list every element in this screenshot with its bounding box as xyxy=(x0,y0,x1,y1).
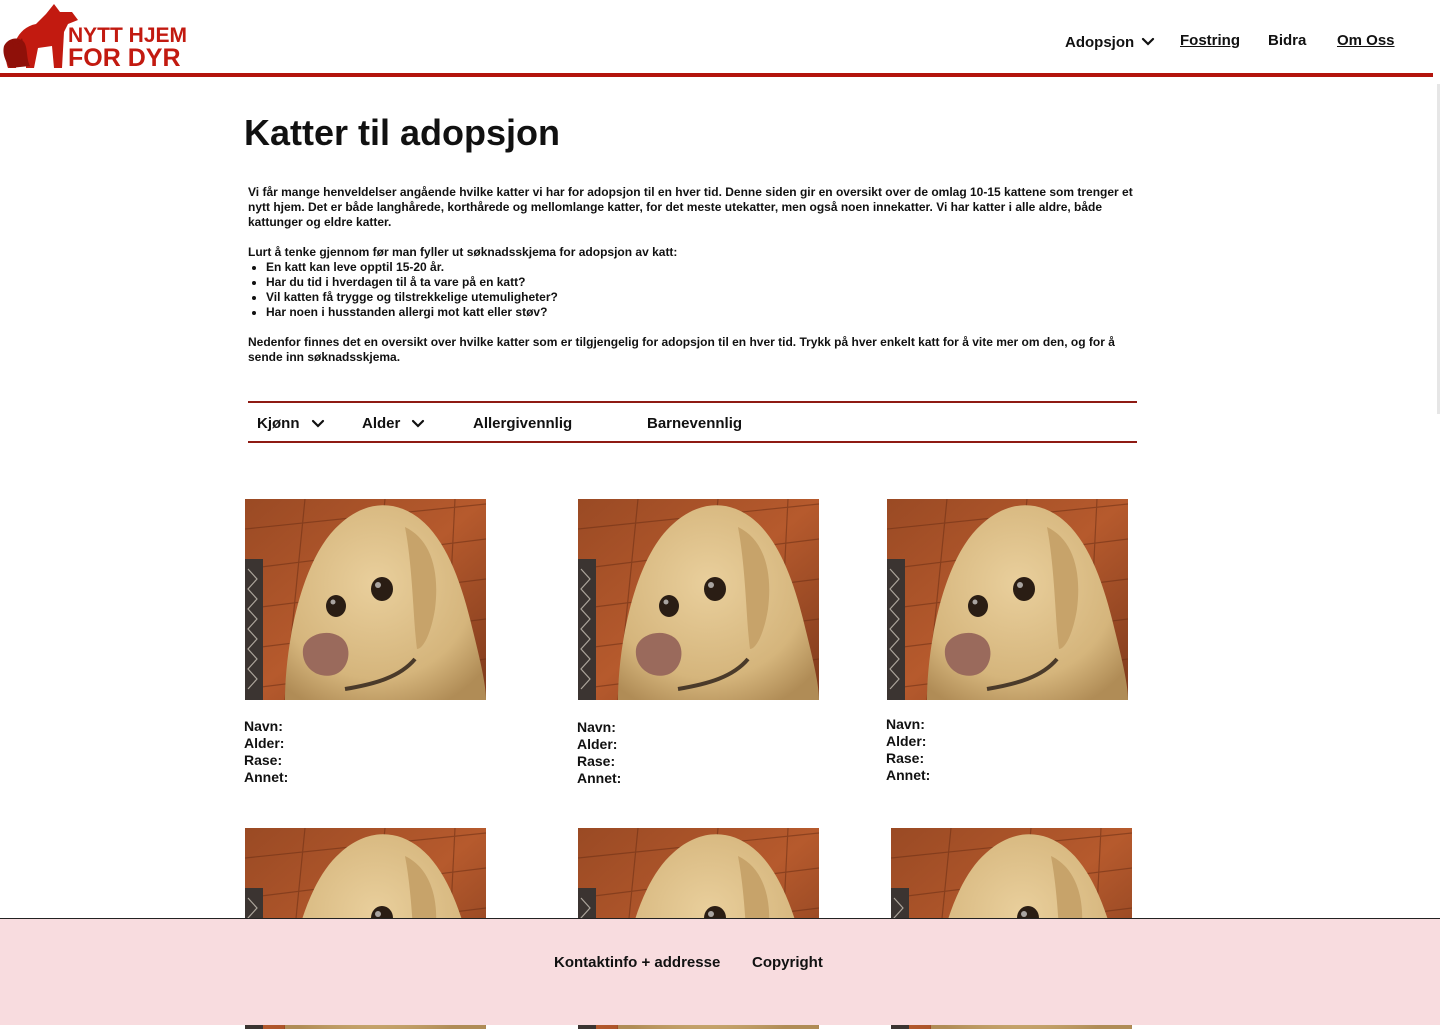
checklist-item: Vil katten få trygge og tilstrekkelige u… xyxy=(266,290,1138,305)
filter-allergivennlig[interactable]: Allergivennlig xyxy=(473,415,572,432)
checklist: En katt kan leve opptil 15-20 år. Har du… xyxy=(248,260,1138,320)
site-logo[interactable]: NYTT HJEM FOR DYR xyxy=(2,2,187,72)
nav-bidra[interactable]: Bidra xyxy=(1268,32,1306,52)
page-title: Katter til adopsjon xyxy=(244,112,561,153)
footer-contact-link[interactable]: Kontaktinfo + addresse xyxy=(554,954,720,971)
pet-card-photo[interactable] xyxy=(578,499,819,700)
site-header: NYTT HJEM FOR DYR Adopsjon Fostring Bidr… xyxy=(0,0,1433,73)
filter-barnevennlig[interactable]: Barnevennlig xyxy=(647,415,742,432)
filter-alder-label: Alder xyxy=(362,415,401,432)
pet-breed-label: Rase: xyxy=(886,750,925,766)
footer-copyright: Copyright xyxy=(752,954,823,971)
pet-other-label: Annet: xyxy=(886,767,931,783)
pet-other-label: Annet: xyxy=(244,769,289,785)
pet-age-label: Alder: xyxy=(244,735,285,751)
nav-adopsjon[interactable]: Adopsjon xyxy=(1065,32,1156,52)
pet-card-photo[interactable] xyxy=(245,499,486,700)
filter-kjonn-label: Kjønn xyxy=(257,415,300,432)
intro-paragraph: Vi får mange henveldelser angående hvilk… xyxy=(248,185,1133,229)
pet-name-label: Navn: xyxy=(577,719,616,735)
pet-card-info: Navn: Alder: Rase: Annet: xyxy=(886,716,930,784)
checklist-item: Har du tid i hverdagen til å ta vare på … xyxy=(266,275,1138,290)
pet-breed-label: Rase: xyxy=(244,752,283,768)
checklist-heading: Lurt å tenke gjennom før man fyller ut s… xyxy=(248,245,678,259)
header-divider xyxy=(0,73,1433,77)
pet-card-info: Navn: Alder: Rase: Annet: xyxy=(577,719,621,787)
outro-paragraph: Nedenfor finnes det en oversikt over hvi… xyxy=(248,335,1115,364)
nav-om-oss[interactable]: Om Oss xyxy=(1337,32,1395,52)
intro-text: Vi får mange henveldelser angående hvilk… xyxy=(248,185,1138,365)
pet-other-label: Annet: xyxy=(577,770,622,786)
pet-card-info: Navn: Alder: Rase: Annet: xyxy=(244,718,288,786)
pet-age-label: Alder: xyxy=(577,736,618,752)
checklist-item: Har noen i husstanden allergi mot katt e… xyxy=(266,305,1138,320)
pet-breed-label: Rase: xyxy=(577,753,616,769)
pet-name-label: Navn: xyxy=(886,716,925,732)
site-footer: Kontaktinfo + addresse Copyright xyxy=(0,918,1440,1025)
chevron-down-icon xyxy=(412,419,425,428)
logo-text-line2: FOR DYR xyxy=(68,44,181,72)
nav-fostring[interactable]: Fostring xyxy=(1180,32,1240,52)
pet-name-label: Navn: xyxy=(244,718,283,734)
pet-age-label: Alder: xyxy=(886,733,927,749)
chevron-down-icon xyxy=(311,419,324,428)
filter-divider-top xyxy=(248,401,1137,403)
chevron-down-icon xyxy=(1142,37,1155,46)
filter-alder[interactable]: Alder xyxy=(362,415,426,432)
filter-divider-bottom xyxy=(248,441,1137,443)
filter-kjonn[interactable]: Kjønn xyxy=(257,415,326,432)
checklist-item: En katt kan leve opptil 15-20 år. xyxy=(266,260,1138,275)
pet-card-photo[interactable] xyxy=(887,499,1128,700)
nav-adopsjon-label: Adopsjon xyxy=(1065,33,1135,51)
